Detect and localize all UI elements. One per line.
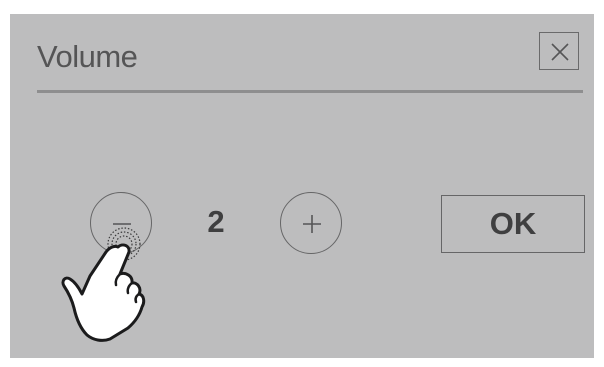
plus-icon bbox=[303, 215, 321, 233]
title-divider bbox=[37, 90, 583, 93]
volume-dialog: Volume 2 OK bbox=[10, 14, 594, 358]
close-icon bbox=[551, 43, 569, 61]
dialog-title: Volume bbox=[37, 39, 138, 74]
close-button[interactable] bbox=[539, 32, 579, 70]
increase-volume-button[interactable] bbox=[280, 192, 342, 254]
volume-value: 2 bbox=[207, 204, 225, 239]
ok-button[interactable]: OK bbox=[441, 195, 585, 253]
pointing-hand-icon bbox=[61, 227, 146, 342]
